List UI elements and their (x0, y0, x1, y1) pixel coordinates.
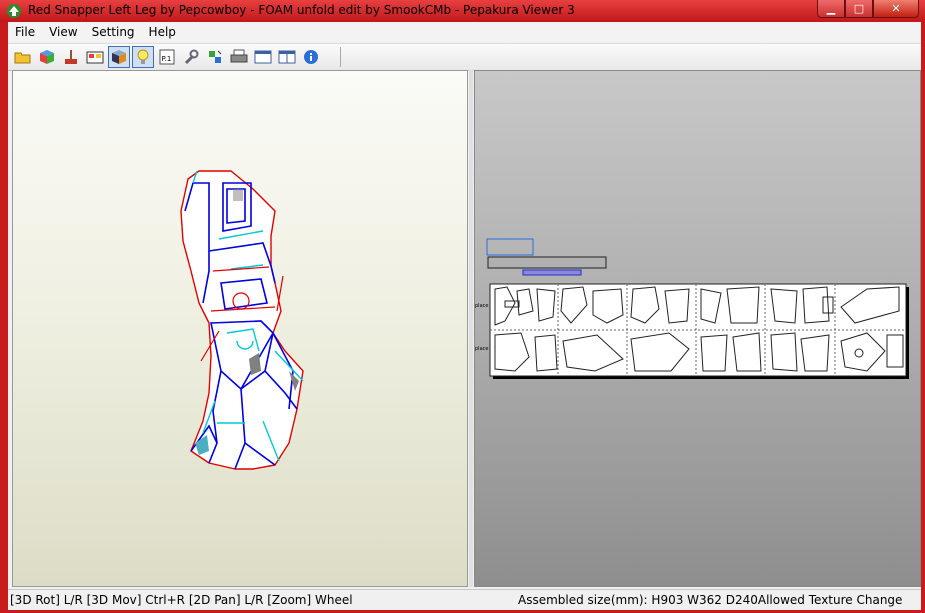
toolbar-separator (340, 47, 341, 67)
open-folder-icon (14, 52, 31, 64)
minimize-button[interactable]: ▁ (817, 0, 845, 18)
dual-pane-icon (278, 50, 296, 64)
3d-model-leg[interactable] (13, 71, 467, 586)
wrench-icon (184, 49, 199, 65)
paint-button[interactable] (60, 46, 82, 68)
page-number-label: P.1 (162, 55, 172, 63)
window-frame: File View Setting Help P.1 place place [… (8, 22, 921, 610)
info-icon (304, 50, 318, 64)
toolbar: P.1 (8, 43, 921, 71)
2d-pattern-view[interactable]: place place (475, 71, 920, 586)
page-number-button[interactable]: P.1 (156, 46, 178, 68)
page-label-1: place (475, 303, 488, 309)
single-pane-button[interactable] (252, 46, 274, 68)
pattern-strip-outline (487, 256, 607, 269)
menu-view[interactable]: View (42, 22, 84, 42)
cube-view-icon (112, 50, 126, 64)
model-button[interactable] (36, 46, 58, 68)
title-bar[interactable]: Red Snapper Left Leg by Pepcowboy - FOAM… (0, 0, 925, 22)
page-label-2: place (475, 346, 488, 352)
cube-view-button[interactable] (108, 46, 130, 68)
menu-bar: File View Setting Help (8, 22, 921, 42)
selection-box (486, 238, 534, 256)
pane-splitter[interactable] (469, 70, 473, 587)
pepakura-app-icon (7, 4, 21, 18)
open-button[interactable] (12, 46, 34, 68)
status-controls-hint: [3D Rot] L/R [3D Mov] Ctrl+R [2D Pan] L/… (10, 593, 353, 607)
dual-pane-button[interactable] (276, 46, 298, 68)
status-bar: [3D Rot] L/R [3D Mov] Ctrl+R [2D Pan] L/… (8, 589, 921, 610)
menu-setting[interactable]: Setting (85, 22, 142, 42)
about-button[interactable] (300, 46, 322, 68)
settings-button[interactable] (180, 46, 202, 68)
3d-model-icon (40, 50, 54, 64)
menu-file[interactable]: File (8, 22, 42, 42)
unfold-icon (209, 50, 222, 63)
close-button[interactable]: ✕ (873, 0, 919, 18)
paint-brush-icon (65, 50, 77, 64)
2d-view-pane[interactable]: place place (474, 70, 921, 587)
print-button[interactable] (228, 46, 250, 68)
light-bulb-icon (137, 49, 149, 64)
single-pane-icon (254, 50, 272, 64)
texture-icon (86, 51, 104, 64)
print-icon (230, 49, 248, 63)
page-number-icon: P.1 (159, 49, 175, 65)
status-assembled-size: Assembled size(mm): H903 W362 D240Allowe… (518, 593, 903, 607)
light-button[interactable] (132, 46, 154, 68)
texture-button[interactable] (84, 46, 106, 68)
3d-view-pane[interactable] (12, 70, 468, 587)
window-title: Red Snapper Left Leg by Pepcowboy - FOAM… (28, 3, 575, 17)
menu-help[interactable]: Help (142, 22, 183, 42)
unfold-button[interactable] (204, 46, 226, 68)
maximize-button[interactable]: □ (845, 0, 873, 18)
pattern-strip-selected (522, 269, 582, 276)
